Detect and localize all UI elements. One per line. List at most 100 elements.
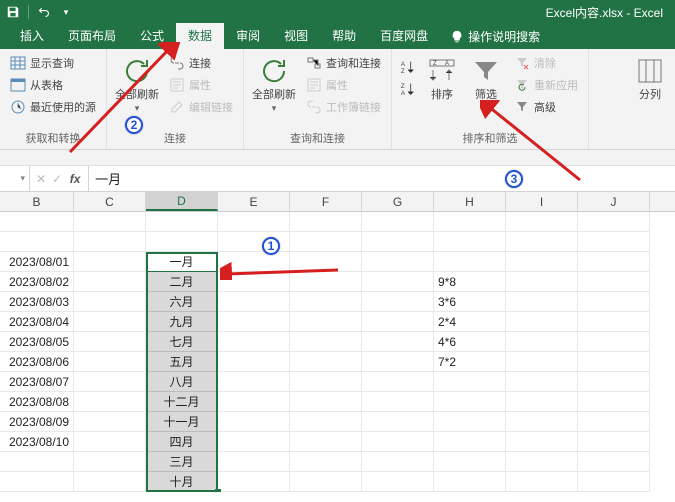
cell[interactable]: 十一月 — [146, 412, 218, 432]
cell[interactable] — [434, 232, 506, 252]
cell[interactable] — [362, 252, 434, 272]
workbook-links-button[interactable]: 工作簿链接 — [302, 97, 385, 117]
tab-insert[interactable]: 插入 — [8, 23, 56, 49]
cell[interactable] — [506, 432, 578, 452]
cell[interactable] — [578, 272, 650, 292]
edit-links-button[interactable]: 编辑链接 — [165, 97, 237, 117]
cell[interactable]: 2023/08/02 — [0, 272, 74, 292]
reapply-button[interactable]: 重新应用 — [510, 75, 582, 95]
cell[interactable] — [74, 432, 146, 452]
cell[interactable] — [74, 452, 146, 472]
cell[interactable] — [218, 352, 290, 372]
cell[interactable]: 二月 — [146, 272, 218, 292]
properties-2-button[interactable]: 属性 — [302, 75, 385, 95]
cell[interactable]: 七月 — [146, 332, 218, 352]
cell[interactable]: 2023/08/06 — [0, 352, 74, 372]
cell[interactable] — [290, 252, 362, 272]
grid-row[interactable]: 2023/08/09十一月 — [0, 412, 675, 432]
cell[interactable] — [74, 232, 146, 252]
grid-row[interactable] — [0, 212, 675, 232]
cell[interactable] — [434, 372, 506, 392]
cell[interactable] — [146, 232, 218, 252]
cell[interactable] — [434, 432, 506, 452]
grid-row[interactable]: 2023/08/08十二月 — [0, 392, 675, 412]
sort-desc-button[interactable]: ZA — [398, 81, 418, 97]
cell[interactable]: 八月 — [146, 372, 218, 392]
cell[interactable]: 7*2 — [434, 352, 506, 372]
cell[interactable] — [362, 292, 434, 312]
cell[interactable] — [362, 432, 434, 452]
cell[interactable] — [434, 212, 506, 232]
tab-page-layout[interactable]: 页面布局 — [56, 23, 128, 49]
cell[interactable] — [218, 212, 290, 232]
cell[interactable]: 四月 — [146, 432, 218, 452]
cell[interactable] — [506, 472, 578, 492]
grid-row[interactable]: 2023/08/07 八月 — [0, 372, 675, 392]
cell[interactable] — [506, 352, 578, 372]
cell[interactable]: 9*8 — [434, 272, 506, 292]
cell[interactable] — [218, 272, 290, 292]
spreadsheet-grid[interactable]: B C D E F G H I J 2023/08/01一月2023/08/02… — [0, 192, 675, 492]
undo-button[interactable] — [35, 3, 53, 21]
cell[interactable] — [218, 372, 290, 392]
refresh-all-button[interactable]: 全部刷新 — [113, 53, 161, 117]
cell[interactable] — [74, 352, 146, 372]
tab-formulas[interactable]: 公式 — [128, 23, 176, 49]
save-button[interactable] — [4, 3, 22, 21]
cell[interactable] — [74, 252, 146, 272]
cell[interactable] — [218, 452, 290, 472]
cell[interactable] — [290, 272, 362, 292]
tab-baidu[interactable]: 百度网盘 — [368, 23, 440, 49]
cell[interactable] — [578, 472, 650, 492]
cell[interactable] — [362, 272, 434, 292]
grid-row[interactable]: 2023/08/04九月2*4 — [0, 312, 675, 332]
cell[interactable]: 三月 — [146, 452, 218, 472]
col-header-D[interactable]: D — [146, 192, 218, 211]
grid-row[interactable]: 十月 — [0, 472, 675, 492]
cell[interactable] — [290, 432, 362, 452]
cell[interactable] — [290, 412, 362, 432]
cell[interactable] — [74, 312, 146, 332]
tab-data[interactable]: 数据 — [176, 23, 224, 49]
cell[interactable]: 一月 — [146, 252, 218, 272]
cell[interactable] — [506, 312, 578, 332]
cell[interactable] — [218, 312, 290, 332]
show-queries-button[interactable]: 显示查询 — [6, 53, 100, 73]
name-box[interactable]: ▾ — [0, 166, 30, 191]
cell[interactable]: 十月 — [146, 472, 218, 492]
grid-row[interactable]: 2023/08/05七月4*6 — [0, 332, 675, 352]
cell[interactable] — [218, 412, 290, 432]
formula-input[interactable]: 一月 — [89, 166, 675, 191]
cell[interactable] — [74, 392, 146, 412]
cell[interactable] — [0, 232, 74, 252]
cell[interactable] — [74, 272, 146, 292]
properties-button[interactable]: 属性 — [165, 75, 237, 95]
cell[interactable] — [506, 372, 578, 392]
cell[interactable] — [506, 392, 578, 412]
tab-help[interactable]: 帮助 — [320, 23, 368, 49]
cell[interactable] — [434, 252, 506, 272]
cell[interactable] — [578, 312, 650, 332]
cell[interactable] — [506, 292, 578, 312]
cell[interactable] — [506, 452, 578, 472]
recent-sources-button[interactable]: 最近使用的源 — [6, 97, 100, 117]
cell[interactable] — [218, 432, 290, 452]
cell[interactable] — [74, 292, 146, 312]
tab-view[interactable]: 视图 — [272, 23, 320, 49]
cell[interactable]: 九月 — [146, 312, 218, 332]
cell[interactable] — [578, 432, 650, 452]
grid-row[interactable]: 2023/08/06五月7*2 — [0, 352, 675, 372]
col-header-F[interactable]: F — [290, 192, 362, 211]
cell[interactable] — [0, 212, 74, 232]
cell[interactable]: 2023/08/04 — [0, 312, 74, 332]
selection-handle[interactable] — [215, 489, 221, 492]
cell[interactable] — [290, 372, 362, 392]
cell[interactable] — [578, 232, 650, 252]
cell[interactable] — [362, 232, 434, 252]
filter-button[interactable]: 筛选 — [466, 53, 506, 104]
cell[interactable]: 3*6 — [434, 292, 506, 312]
cell[interactable]: 2023/08/08 — [0, 392, 74, 412]
col-header-E[interactable]: E — [218, 192, 290, 211]
cell[interactable] — [362, 452, 434, 472]
cell[interactable]: 2023/08/07 — [0, 372, 74, 392]
